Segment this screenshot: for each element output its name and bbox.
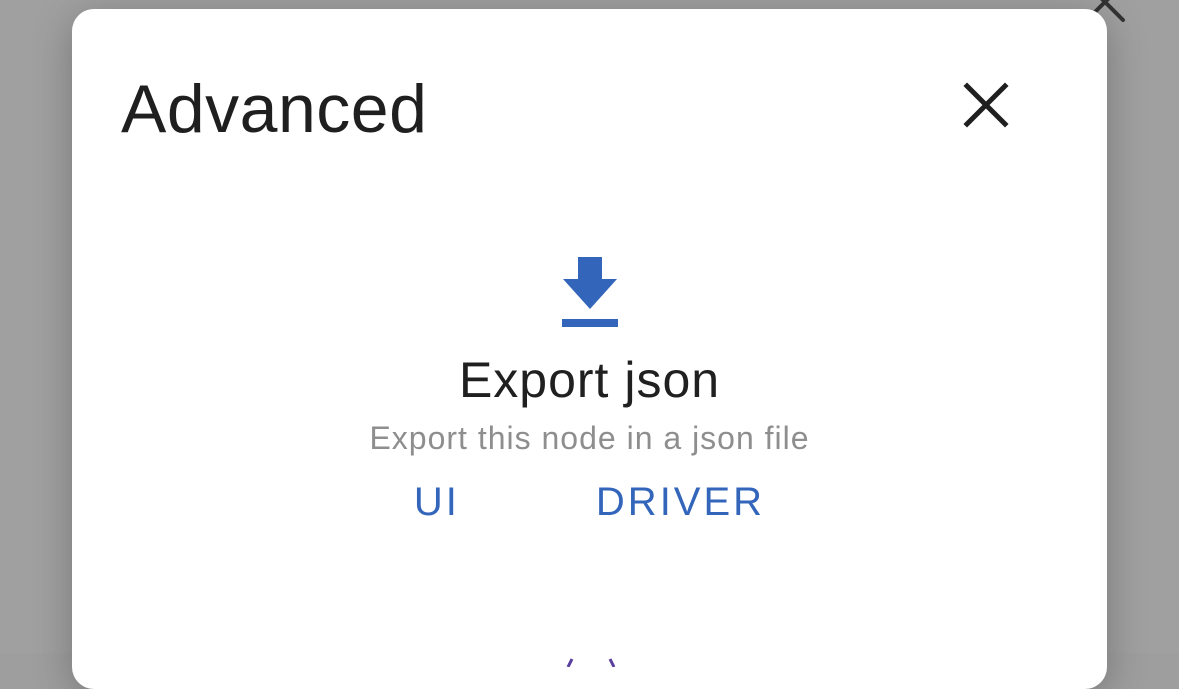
close-icon[interactable] [962,81,1010,134]
export-driver-button[interactable]: DRIVER [588,472,773,532]
close-button[interactable] [956,77,1016,137]
dialog-title: Advanced [121,71,428,147]
export-actions: UI DRIVER [72,472,1107,532]
export-title: Export json [458,352,721,408]
advanced-dialog: Advanced Export json Export this node in… [72,9,1107,689]
export-json-section: Export json Export this node in a json f… [72,257,1107,532]
download-icon[interactable] [561,257,619,329]
export-description: Export this node in a json file [369,420,810,456]
export-ui-button[interactable]: UI [406,472,468,532]
next-section-partial-icon [562,647,622,668]
